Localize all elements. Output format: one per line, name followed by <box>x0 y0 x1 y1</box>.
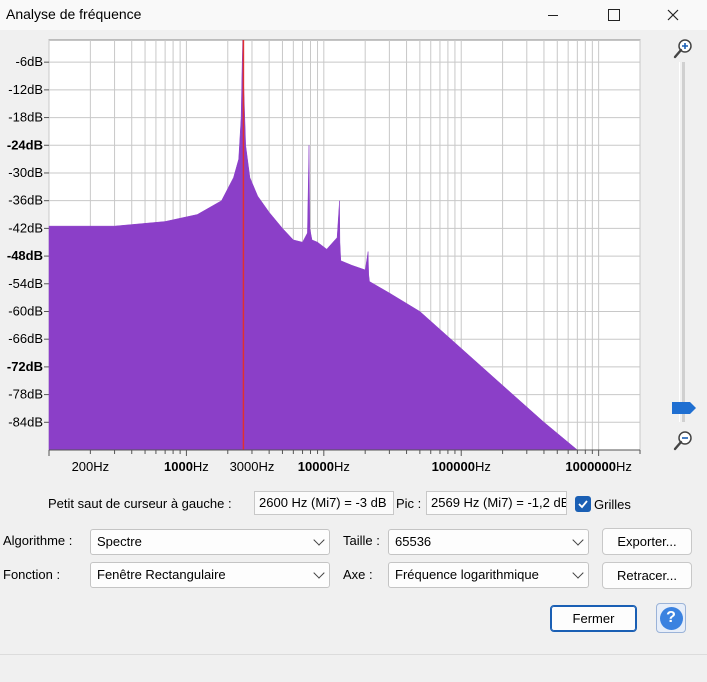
y-tick-label: -78dB <box>8 387 43 402</box>
y-tick-label: -18dB <box>8 110 43 125</box>
window-title: Analyse de fréquence <box>6 6 142 22</box>
maximize-icon <box>608 9 620 21</box>
algorithm-value: Spectre <box>97 534 142 549</box>
cursor-value-field[interactable]: 2600 Hz (Mi7) = -3 dB <box>254 491 394 515</box>
axis-value: Fréquence logarithmique <box>395 567 539 582</box>
y-tick-label: -54dB <box>8 276 43 291</box>
x-tick-label: 100000Hz <box>432 459 491 474</box>
peak-value-field[interactable]: 2569 Hz (Mi7) = -1,2 dB <box>426 491 567 515</box>
grids-checkbox[interactable] <box>575 496 591 512</box>
close-icon <box>667 9 679 21</box>
zoom-out-icon[interactable] <box>672 430 694 452</box>
x-tick-label: 3000Hz <box>230 459 275 474</box>
help-button[interactable]: ? <box>656 603 686 633</box>
maximize-button[interactable] <box>591 0 637 30</box>
title-bar: Analyse de fréquence <box>0 0 707 30</box>
zoom-slider-track[interactable] <box>682 62 685 422</box>
size-select[interactable]: 65536 <box>388 529 589 555</box>
zoom-slider-thumb[interactable] <box>672 402 696 414</box>
replot-button[interactable]: Retracer... <box>602 562 692 589</box>
y-tick-label: -60dB <box>8 303 43 318</box>
x-tick-label: 200Hz <box>72 459 110 474</box>
spectrum-chart[interactable]: -6dB -12dB -18dB -24dB -30dB -36dB -42dB -48dB -… <box>0 30 660 480</box>
x-tick-label: 1000000Hz <box>565 459 632 474</box>
minimize-icon <box>548 14 558 16</box>
y-tick-label: -12dB <box>8 82 43 97</box>
close-button[interactable] <box>650 0 696 30</box>
y-tick-label: -36dB <box>8 193 43 208</box>
grids-label: Grilles <box>594 497 631 512</box>
peak-label: Pic : <box>396 496 422 511</box>
minimize-button[interactable] <box>530 0 576 30</box>
checkmark-icon <box>578 500 588 509</box>
chevron-down-icon <box>313 534 325 546</box>
axis-label: Axe : <box>343 567 373 582</box>
size-label: Taille : <box>343 533 380 548</box>
x-tick-label: 10000Hz <box>298 459 350 474</box>
zoom-slider-line <box>679 62 680 422</box>
spectrum-plot[interactable]: -6dB -12dB -18dB -24dB -30dB -36dB -42dB -48dB -… <box>0 30 660 480</box>
function-value: Fenêtre Rectangulaire <box>97 567 226 582</box>
y-tick-label: -42dB <box>8 220 43 235</box>
y-tick-label: -66dB <box>8 331 43 346</box>
function-label: Fonction : <box>3 567 61 582</box>
export-button[interactable]: Exporter... <box>602 528 692 555</box>
y-tick-label: -48dB <box>7 248 43 263</box>
y-tick-label: -24dB <box>7 137 43 152</box>
help-icon: ? <box>659 606 683 630</box>
zoom-in-icon[interactable] <box>672 38 694 60</box>
y-tick-label: -6dB <box>16 54 43 69</box>
chevron-down-icon <box>313 567 325 579</box>
function-select[interactable]: Fenêtre Rectangulaire <box>90 562 330 588</box>
chevron-down-icon <box>572 534 584 546</box>
algorithm-select[interactable]: Spectre <box>90 529 330 555</box>
algorithm-label: Algorithme : <box>3 533 73 548</box>
close-dialog-button[interactable]: Fermer <box>550 605 637 632</box>
axis-select[interactable]: Fréquence logarithmique <box>388 562 589 588</box>
cursor-label: Petit saut de curseur à gauche : <box>48 496 232 511</box>
status-bar <box>0 654 707 682</box>
chevron-down-icon <box>572 567 584 579</box>
y-tick-label: -30dB <box>8 165 43 180</box>
size-value: 65536 <box>395 534 432 549</box>
y-tick-label: -72dB <box>7 359 43 374</box>
y-tick-label: -84dB <box>8 414 43 429</box>
x-tick-label: 1000Hz <box>164 459 209 474</box>
